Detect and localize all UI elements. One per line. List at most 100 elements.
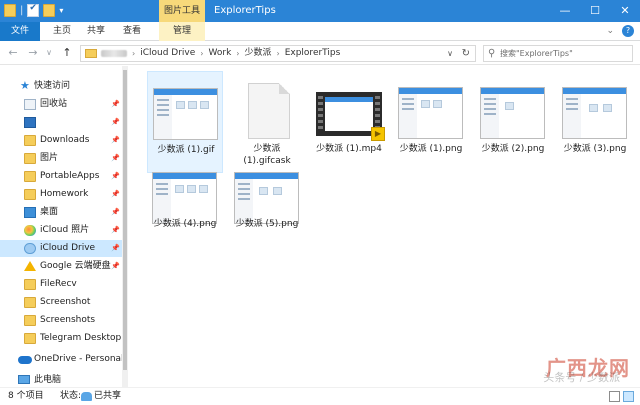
sidebar-item-google-drive[interactable]: Google 云端硬盘 📌 (0, 258, 122, 275)
help-icon[interactable]: ? (622, 25, 634, 37)
sidebar-item-recycle-bin[interactable]: 回收站 📌 (0, 96, 122, 113)
quick-access-toolbar: | ▾ (4, 3, 63, 17)
file-name: 少数派 (1).png (399, 144, 463, 154)
file-item[interactable]: 少数派 (1).png (393, 71, 469, 173)
pin-icon[interactable]: 📌 (111, 258, 120, 275)
file-item[interactable]: 少数派 (4).png (147, 160, 223, 262)
blurred-crumb[interactable] (101, 50, 127, 57)
forward-button[interactable]: → (26, 45, 40, 61)
status-bar: 8 个项目 状态: 已共享 (0, 387, 640, 405)
tab-home[interactable]: 主页 (48, 22, 76, 41)
close-button[interactable]: ✕ (610, 0, 640, 22)
recent-locations-button[interactable]: ∨ (44, 45, 54, 61)
crumb-separator[interactable]: › (132, 46, 135, 61)
sidebar-item-icloud-drive[interactable]: iCloud Drive 📌 (0, 240, 122, 257)
sidebar-item-screenshot[interactable]: Screenshot (0, 294, 122, 311)
sidebar-item-quick-access[interactable]: ★ 快速访问 (0, 78, 122, 95)
file-name: 少数派 (4).png (153, 219, 217, 229)
tab-view[interactable]: 查看 (118, 22, 146, 41)
sidebar-item-telegram-desktop[interactable]: Telegram Desktop (0, 330, 122, 347)
crumb-separator[interactable]: › (200, 46, 203, 61)
file-item[interactable]: 少数派 (1).gif (147, 71, 223, 173)
navigation-scrollbar[interactable] (122, 66, 128, 387)
pin-icon[interactable]: 📌 (111, 150, 120, 167)
breadcrumb-work[interactable]: Work (208, 46, 231, 61)
pin-icon[interactable]: 📌 (111, 204, 120, 221)
file-item[interactable]: 少数派 (2).png (475, 71, 551, 173)
search-input[interactable] (500, 47, 628, 60)
photos-icon (24, 225, 36, 236)
sidebar-item-label: Homework (40, 189, 89, 199)
search-icon: ⚲ (488, 48, 496, 59)
image-thumbnail (234, 172, 299, 224)
sidebar-item-app[interactable]: 📌 (0, 114, 122, 131)
crumb-separator[interactable]: › (236, 46, 239, 61)
sidebar-item-label: 回收站 (40, 99, 68, 109)
pin-icon[interactable]: 📌 (111, 96, 120, 113)
folder-icon[interactable] (4, 4, 16, 17)
folder-icon (24, 297, 36, 308)
sidebar-item-screenshots[interactable]: Screenshots (0, 312, 122, 329)
image-thumbnail (152, 172, 217, 224)
folder-icon (24, 315, 36, 326)
large-icons-view-button[interactable] (623, 391, 634, 402)
expand-ribbon-icon[interactable]: ⌄ (606, 26, 614, 36)
folder-icon (24, 189, 36, 200)
sidebar-item-downloads[interactable]: Downloads 📌 (0, 132, 122, 149)
image-thumbnail (398, 87, 463, 139)
document-thumbnail (234, 75, 299, 139)
minimize-button[interactable]: — (550, 0, 580, 22)
sidebar-item-label: iCloud Drive (40, 243, 96, 253)
file-name: 少数派 (5).png (235, 219, 299, 229)
pin-icon[interactable]: 📌 (111, 114, 120, 131)
sidebar-item-portableapps[interactable]: PortableApps 📌 (0, 168, 122, 185)
onedrive-icon (18, 356, 32, 364)
new-folder-icon[interactable] (43, 4, 56, 17)
cloud-icon (24, 243, 36, 254)
refresh-icon[interactable]: ↻ (462, 46, 470, 61)
sidebar-item-desktop[interactable]: 桌面 📌 (0, 204, 122, 221)
pin-icon[interactable]: 📌 (111, 132, 120, 149)
file-list: 少数派 (1).gif 少数派 (1).gifcask ▶ 少数派 (1).mp… (131, 66, 640, 387)
sidebar-item-onedrive[interactable]: OneDrive - Personal (0, 351, 124, 368)
file-item[interactable]: 少数派 (3).png (557, 71, 633, 173)
properties-icon[interactable] (27, 3, 40, 17)
back-button[interactable]: ← (6, 45, 20, 61)
ribbon-right-controls: ⌄ ? (606, 25, 634, 37)
pin-icon[interactable]: 📌 (111, 168, 120, 185)
sidebar-item-filerecv[interactable]: FileRecv (0, 276, 122, 293)
tab-share[interactable]: 共享 (82, 22, 110, 41)
pin-icon[interactable]: 📌 (111, 240, 120, 257)
window-controls: — ☐ ✕ (550, 0, 640, 22)
tab-file[interactable]: 文件 (0, 22, 40, 41)
breadcrumb-icloud-drive[interactable]: iCloud Drive (140, 46, 195, 61)
tab-manage[interactable]: 管理 (159, 22, 205, 41)
up-button[interactable]: ↑ (60, 45, 74, 61)
scrollbar-thumb[interactable] (123, 70, 127, 370)
address-bar[interactable]: › iCloud Drive › Work › 少数派 › ExplorerTi… (80, 45, 476, 62)
address-dropdown-icon[interactable]: ∨ (447, 46, 453, 61)
file-name: 少数派 (2).png (481, 144, 545, 154)
pin-icon[interactable]: 📌 (111, 222, 120, 239)
search-box[interactable]: ⚲ (483, 45, 633, 62)
file-item[interactable]: 少数派 (1).gifcask (229, 71, 305, 173)
qat-dropdown-icon[interactable]: ▾ (59, 6, 63, 15)
qat-separator: | (20, 4, 24, 16)
sidebar-item-pictures[interactable]: 图片 📌 (0, 150, 122, 167)
sidebar-item-icloud-photos[interactable]: iCloud 照片 📌 (0, 222, 122, 239)
breadcrumb-explorertips[interactable]: ExplorerTips (285, 46, 341, 61)
crumb-separator[interactable]: › (277, 46, 280, 61)
file-item[interactable]: ▶ 少数派 (1).mp4 (311, 71, 387, 173)
details-view-button[interactable] (609, 391, 620, 402)
media-player-badge-icon: ▶ (371, 127, 385, 141)
file-item[interactable]: 少数派 (5).png (229, 160, 305, 262)
pin-icon[interactable]: 📌 (111, 186, 120, 203)
sidebar-item-label: OneDrive - Personal (34, 354, 124, 364)
sidebar-item-label: Downloads (40, 135, 90, 145)
breadcrumb-sspai[interactable]: 少数派 (244, 46, 271, 61)
maximize-button[interactable]: ☐ (580, 0, 610, 22)
image-thumbnail (562, 87, 627, 139)
sidebar-item-homework[interactable]: Homework 📌 (0, 186, 122, 203)
google-drive-icon (24, 261, 36, 271)
sidebar-item-label: PortableApps (40, 171, 100, 181)
